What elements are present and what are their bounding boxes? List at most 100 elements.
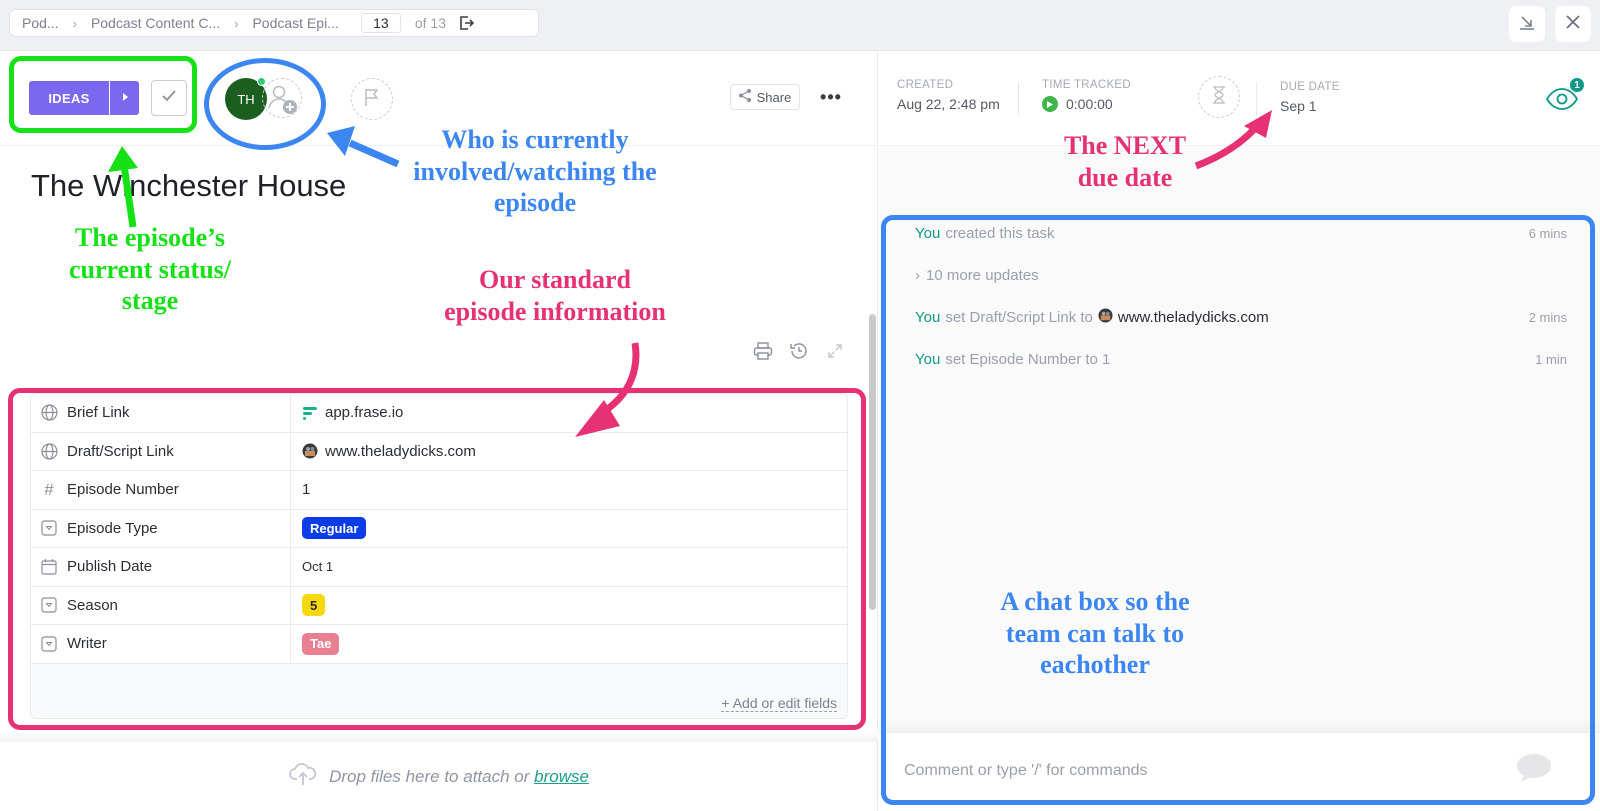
complete-task-button[interactable] <box>151 80 187 116</box>
created-label: CREATED <box>897 79 954 91</box>
next-status-button[interactable] <box>110 81 139 115</box>
attachment-dropzone[interactable]: Drop files here to attach or browse <box>0 742 878 811</box>
chevron-right-icon: › <box>234 15 239 31</box>
field-value[interactable]: Tae <box>291 625 847 663</box>
time-tracked-info: TIME TRACKED 0:00:00 <box>1042 79 1131 112</box>
annotation-fields: Our standard episode information <box>444 265 666 326</box>
field-label: Season <box>67 596 118 614</box>
task-index-input[interactable] <box>360 13 401 33</box>
field-name[interactable]: Writer <box>31 625 291 663</box>
print-button[interactable] <box>751 341 775 365</box>
priority-button[interactable] <box>351 78 393 120</box>
field-name[interactable]: Brief Link <box>31 394 291 432</box>
hash-icon: # <box>44 479 54 499</box>
watchers-button[interactable]: 1 <box>1545 77 1585 110</box>
breadcrumb-item-space[interactable]: Pod... <box>22 15 59 31</box>
activity-text: set Draft/Script Link to <box>945 308 1093 326</box>
activity-actor[interactable]: You <box>915 309 940 326</box>
writer-pill[interactable]: Tae <box>302 632 340 655</box>
field-value[interactable]: 5 <box>291 587 847 625</box>
minimize-button[interactable] <box>1509 6 1545 42</box>
chevron-right-icon: › <box>72 15 77 31</box>
activity-link[interactable]: www.theladydicks.com <box>1118 309 1269 326</box>
field-value[interactable]: app.frase.io <box>291 394 847 432</box>
field-label: Episode Type <box>67 519 158 537</box>
annotation-watchers: Who is currently involved/watching the epi… <box>413 125 657 218</box>
status-control: IDEAS <box>29 81 139 115</box>
breadcrumb: Pod... › Podcast Content C... › Podcast … <box>9 9 539 37</box>
status-button[interactable]: IDEAS <box>29 81 109 115</box>
chevron-right-icon: › <box>915 266 920 284</box>
dropdown-icon <box>40 519 58 537</box>
created-value: Aug 22, 2:48 pm <box>897 96 1000 112</box>
browse-link[interactable]: browse <box>534 767 589 786</box>
activity-time: 1 min <box>1535 351 1567 367</box>
season-pill[interactable]: 5 <box>302 594 326 617</box>
close-icon <box>1565 14 1581 35</box>
exit-icon[interactable] <box>458 15 474 31</box>
share-button[interactable]: Share <box>730 84 800 110</box>
due-date-info[interactable]: DUE DATE Sep 1 <box>1280 81 1340 114</box>
field-row-brief-link: Brief Link app.frase.io <box>31 394 847 433</box>
field-row-publish-date: Publish Date Oct 1 <box>31 548 847 587</box>
activity-text: created this task <box>945 224 1055 242</box>
field-value[interactable]: 1 <box>291 471 847 509</box>
more-options-button[interactable]: ••• <box>818 84 844 110</box>
task-detail-window: Pod... › Podcast Content C... › Podcast … <box>0 0 1600 811</box>
breadcrumb-item-folder[interactable]: Podcast Content C... <box>91 15 220 31</box>
checkmark-icon <box>162 89 176 107</box>
created-info: CREATED Aug 22, 2:48 pm <box>897 79 1000 112</box>
field-value[interactable]: Oct 1 <box>291 548 847 586</box>
annotation-due-date: The NEXT due date <box>1063 131 1187 192</box>
time-estimate-button[interactable] <box>1198 76 1240 118</box>
flag-icon <box>364 88 380 111</box>
activity-actor[interactable]: You <box>915 225 940 242</box>
activity-actor[interactable]: You <box>915 351 940 368</box>
scrollbar-thumb[interactable] <box>869 314 876 610</box>
printer-icon <box>753 341 773 365</box>
expand-button[interactable] <box>823 341 847 365</box>
history-button[interactable] <box>787 341 811 365</box>
close-button[interactable] <box>1555 6 1591 42</box>
field-name[interactable]: Episode Type <box>31 509 291 547</box>
more-updates-toggle[interactable]: › 10 more updates <box>879 254 1600 296</box>
divider <box>1018 82 1019 116</box>
field-name[interactable]: Publish Date <box>31 548 291 586</box>
field-value[interactable]: www.theladydicks.com <box>291 433 847 471</box>
activity-panel: CREATED Aug 22, 2:48 pm TIME TRACKED 0:0… <box>879 52 1600 811</box>
calendar-icon <box>40 558 58 576</box>
start-timer-button[interactable] <box>1042 96 1058 112</box>
task-title[interactable]: The Winchester House <box>31 168 346 204</box>
minimize-to-tray-icon <box>1518 13 1536 36</box>
dropdown-icon <box>40 596 58 614</box>
field-row-draft-script-link: Draft/Script Link www.theladydicks.com <box>31 432 847 471</box>
comment-input[interactable] <box>904 759 1504 783</box>
field-link-value[interactable]: www.theladydicks.com <box>325 443 476 460</box>
field-name[interactable]: # Episode Number <box>31 471 291 509</box>
activity-time: 2 mins <box>1528 309 1567 325</box>
add-edit-fields-button[interactable]: + Add or edit fields <box>721 695 837 712</box>
cloud-upload-icon <box>289 762 317 791</box>
field-row-season: Season 5 <box>31 586 847 625</box>
field-row-episode-number: # Episode Number 1 <box>31 471 847 510</box>
site-favicon-icon <box>1098 307 1113 327</box>
field-value[interactable]: Regular <box>291 510 847 548</box>
field-name[interactable]: Draft/Script Link <box>31 432 291 470</box>
caret-right-icon <box>121 89 129 107</box>
hourglass-icon <box>1212 85 1226 109</box>
custom-fields-table: Brief Link app.frase.io Draft/Script Lin… <box>30 393 848 719</box>
episode-type-pill[interactable]: Regular <box>302 517 367 540</box>
history-icon <box>789 341 809 366</box>
share-label: Share <box>756 89 792 105</box>
comment-bubble-icon[interactable] <box>1516 753 1552 788</box>
add-assignee-button[interactable] <box>262 78 302 118</box>
field-link-value[interactable]: app.frase.io <box>325 404 403 421</box>
activity-item: You set Draft/Script Link to www.thelady… <box>879 296 1600 338</box>
field-name[interactable]: Season <box>31 586 291 624</box>
frase-favicon-icon <box>302 405 318 421</box>
breadcrumb-item-list[interactable]: Podcast Epi... <box>252 15 338 31</box>
ellipsis-icon: ••• <box>820 86 842 107</box>
top-bar: Pod... › Podcast Content C... › Podcast … <box>0 0 1600 51</box>
due-date-value[interactable]: Sep 1 <box>1280 98 1340 114</box>
expand-icon <box>827 343 843 364</box>
